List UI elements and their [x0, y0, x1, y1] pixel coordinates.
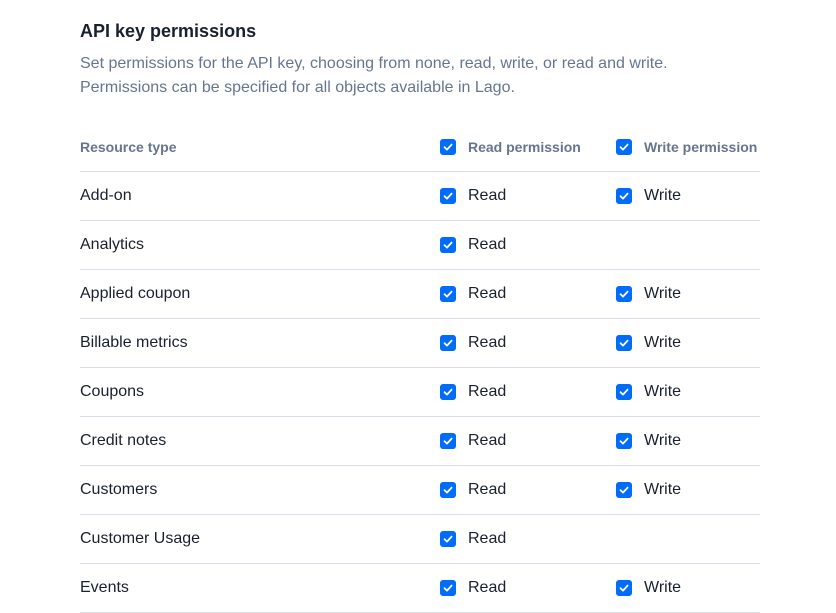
checkmark-icon [619, 339, 629, 347]
section-title: API key permissions [80, 21, 257, 41]
resource-name-analytics: Analytics [80, 236, 145, 253]
table-row: Events Read Write [80, 564, 760, 613]
read-checkbox-analytics[interactable] [440, 237, 456, 253]
read-label: Read [468, 334, 507, 351]
write-checkbox-add-on[interactable] [616, 188, 632, 204]
write-label: Write [644, 432, 682, 449]
description-line-1: Set permissions for the API key, choosin… [80, 55, 668, 72]
checkmark-icon [443, 535, 453, 543]
write-checkbox-credit-notes[interactable] [616, 433, 632, 449]
read-checkbox-events[interactable] [440, 580, 456, 596]
table-row: Billable metrics Read Write [80, 319, 760, 368]
read-checkbox-coupons[interactable] [440, 384, 456, 400]
read-label: Read [468, 530, 507, 547]
read-toggle-applied-coupon[interactable]: Read [440, 270, 506, 318]
checkmark-icon [443, 584, 453, 592]
table-row: Analytics Read [80, 221, 760, 270]
read-checkbox-customer-usage[interactable] [440, 531, 456, 547]
write-label: Write [644, 579, 682, 596]
write-label: Write [644, 481, 682, 498]
write-label: Write [644, 285, 682, 302]
read-checkbox-customers[interactable] [440, 482, 456, 498]
checkmark-icon [619, 290, 629, 298]
write-label: Write [644, 383, 682, 400]
read-label: Read [468, 579, 507, 596]
checkmark-icon [443, 192, 453, 200]
resource-name-coupons: Coupons [80, 383, 145, 400]
read-checkbox-applied-coupon[interactable] [440, 286, 456, 302]
header-write-permission: Write permission [644, 138, 758, 155]
table-row: Coupons Read Write [80, 368, 760, 417]
header-read-permission: Read permission [468, 138, 581, 155]
checkmark-icon [619, 486, 629, 494]
read-checkbox-add-on[interactable] [440, 188, 456, 204]
read-toggle-coupons[interactable]: Read [440, 368, 506, 416]
table-row: Customers Read Write [80, 466, 760, 515]
write-checkbox-coupons[interactable] [616, 384, 632, 400]
checkmark-icon [443, 437, 453, 445]
write-toggle-customers[interactable]: Write [616, 466, 681, 514]
checkmark-icon [443, 486, 453, 494]
select-all-write-checkbox[interactable] [616, 138, 632, 155]
write-checkbox-billable-metrics[interactable] [616, 335, 632, 351]
read-label: Read [468, 285, 507, 302]
read-toggle-credit-notes[interactable]: Read [440, 417, 506, 465]
write-label: Write [644, 187, 682, 204]
checkmark-icon [443, 290, 453, 298]
read-label: Read [468, 432, 507, 449]
read-checkbox-billable-metrics[interactable] [440, 335, 456, 351]
checkmark-icon [443, 241, 453, 249]
resource-name-customer-usage: Customer Usage [80, 530, 201, 547]
checkmark-icon [443, 143, 453, 150]
table-row: Customer Usage Read [80, 515, 760, 564]
checkmark-icon [619, 192, 629, 200]
select-all-read-checkbox[interactable] [440, 138, 456, 155]
checkmark-icon [619, 437, 629, 445]
write-toggle-credit-notes[interactable]: Write [616, 417, 681, 465]
checkmark-icon [443, 388, 453, 396]
write-toggle-coupons[interactable]: Write [616, 368, 681, 416]
write-checkbox-customers[interactable] [616, 482, 632, 498]
write-toggle-add-on[interactable]: Write [616, 172, 681, 220]
write-label: Write [644, 334, 682, 351]
table-row: Applied coupon Read Write [80, 270, 760, 319]
read-label: Read [468, 187, 507, 204]
header-resource-type: Resource type [80, 138, 177, 155]
write-toggle-billable-metrics[interactable]: Write [616, 319, 681, 367]
read-label: Read [468, 481, 507, 498]
checkmark-icon [619, 388, 629, 396]
read-label: Read [468, 383, 507, 400]
write-toggle-applied-coupon[interactable]: Write [616, 270, 681, 318]
checkmark-icon [619, 584, 629, 592]
select-all-write-toggle[interactable]: Write permission [616, 122, 757, 171]
resource-name-billable-metrics: Billable metrics [80, 334, 188, 351]
resource-name-add-on: Add-on [80, 187, 132, 204]
read-toggle-customer-usage[interactable]: Read [440, 515, 506, 563]
permissions-table: Resource type Read permission Write perm… [80, 122, 760, 613]
read-toggle-analytics[interactable]: Read [440, 221, 506, 269]
section-description: Set permissions for the API key, choosin… [80, 52, 760, 100]
table-header-row: Resource type Read permission Write perm… [80, 122, 760, 172]
read-toggle-billable-metrics[interactable]: Read [440, 319, 506, 367]
read-toggle-add-on[interactable]: Read [440, 172, 506, 220]
table-row: Credit notes Read Write [80, 417, 760, 466]
write-checkbox-applied-coupon[interactable] [616, 286, 632, 302]
resource-name-applied-coupon: Applied coupon [80, 285, 191, 302]
read-toggle-customers[interactable]: Read [440, 466, 506, 514]
read-label: Read [468, 236, 507, 253]
read-checkbox-credit-notes[interactable] [440, 433, 456, 449]
resource-name-customers: Customers [80, 481, 158, 498]
write-checkbox-events[interactable] [616, 580, 632, 596]
write-toggle-events[interactable]: Write [616, 564, 681, 612]
permissions-rows: Add-on Read Write Analytics Read Applied coup… [80, 172, 760, 613]
resource-name-credit-notes: Credit notes [80, 432, 167, 449]
table-row: Add-on Read Write [80, 172, 760, 221]
checkmark-icon [443, 339, 453, 347]
select-all-read-toggle[interactable]: Read permission [440, 122, 581, 171]
checkmark-icon [619, 143, 629, 150]
read-toggle-events[interactable]: Read [440, 564, 506, 612]
description-line-2: Permissions can be specified for all obj… [80, 79, 515, 96]
resource-name-events: Events [80, 579, 129, 596]
